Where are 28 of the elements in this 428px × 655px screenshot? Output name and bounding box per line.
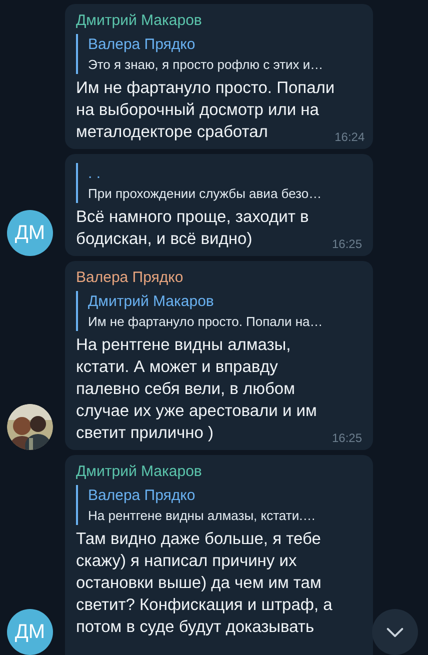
message-time: 16:24 [334, 129, 365, 146]
scroll-down-button[interactable] [372, 609, 418, 655]
reply-text: Им не фартануло просто. Попали на… [88, 313, 324, 331]
reply-author: Дмитрий Макаров [88, 292, 215, 312]
chevron-down-icon [386, 626, 404, 638]
message-text: Им не фартануло просто. Попали на выборочный досмотр или на металодекторе сработал [76, 78, 335, 143]
reply-quote[interactable]: . . При прохождении службы авиа безо… [76, 163, 362, 203]
sender-name: Дмитрий Макаров [76, 11, 203, 31]
message-bubble[interactable]: Валера Прядко Дмитрий Макаров Им не фартануло просто. Попали на… На рентгене видны алмазы, кстати. А может и вправду палевно себя вели, в любом случае их уже арестовали и им светит прилично ) 16:25 [65, 261, 373, 450]
sender-name: Валера Прядко [76, 268, 184, 288]
reply-author: Валера Прядко [88, 35, 196, 55]
message-text: На рентгене видны алмазы, кстати. А может и вправду палевно себя вели, в любом случае их уже арестовали и им светит прилично ) [76, 335, 317, 444]
message-text: Всё намного проще, заходит в бодискан, и всё видно) [76, 207, 309, 250]
message-time: 16:25 [332, 236, 362, 253]
reply-quote[interactable]: Валера Прядко На рентгене видны алмазы, кстати.… [76, 485, 362, 525]
reply-quote[interactable]: Дмитрий Макаров Им не фартануло просто. Попали на… [76, 291, 362, 331]
reply-author: Валера Прядко [88, 486, 196, 506]
message-bubble[interactable] [65, 455, 373, 655]
message-text: Там видно даже больше, я тебе скажу) я написал причину их остановки выше) да чем им там светит? Конфискация и штраф, а потом в суде будут доказывать [76, 529, 332, 638]
sender-name: Дмитрий Макаров [76, 462, 203, 482]
reply-text: На рентгене видны алмазы, кстати.… [88, 507, 317, 525]
message-time: 16:25 [332, 430, 362, 447]
reply-text: При прохождении службы авиа безо… [88, 185, 323, 203]
reply-quote[interactable]: Валера Прядко Это я знаю, я просто рофлю с этих и… [76, 34, 362, 74]
reply-text: Это я знаю, я просто рофлю с этих и… [88, 56, 324, 74]
reply-author: . . [88, 164, 102, 184]
message-bubble[interactable]: Дмитрий Макаров Валера Прядко Это я знаю, я просто рофлю с этих и… Им не фартануло просто. Попали на выборочный досмотр или на металодекторе сработал 16:24 [65, 4, 373, 149]
message-bubble[interactable]: . . При прохождении службы авиа безо… Всё намного проще, заходит в бодискан, и всё видно) 16:25 [65, 154, 373, 256]
